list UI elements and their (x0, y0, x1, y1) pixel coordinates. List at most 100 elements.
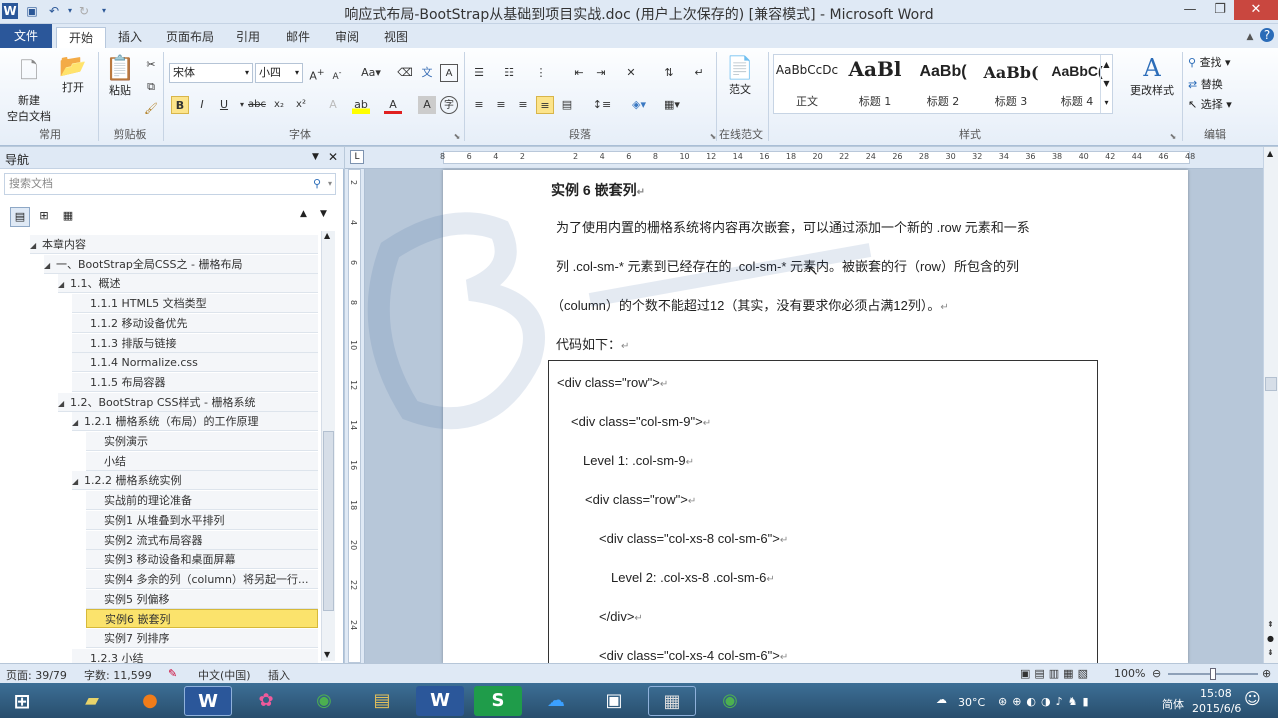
distributed-icon[interactable]: ▤ (558, 96, 576, 114)
status-words[interactable]: 字数: 11,599 (84, 667, 152, 683)
nav-item[interactable]: ◢ 1.2、BootStrap CSS样式 - 栅格系统 (58, 392, 318, 412)
nav-item[interactable]: 实例1 从堆叠到水平排列 (86, 510, 318, 530)
style-heading3[interactable]: AaBb(标题 3 (978, 55, 1044, 113)
expand-triangle-icon[interactable]: ◢ (30, 236, 42, 253)
tab-insert[interactable]: 插入 (106, 27, 154, 48)
zoom-in-icon[interactable]: ⊕ (1262, 667, 1271, 680)
paste-button[interactable]: 📋 粘贴 (104, 54, 136, 98)
nav-item[interactable]: 实例5 列偏移 (86, 589, 318, 609)
weather-icon[interactable]: ☁ (936, 693, 947, 706)
nav-item[interactable]: ◢ 1.2.1 栅格系统（布局）的工作原理 (72, 412, 318, 432)
nav-item[interactable]: 实例4 多余的列（column）将另起一行... (86, 569, 318, 589)
increase-indent-icon[interactable]: ⇥ (592, 64, 610, 82)
clock-time[interactable]: 15:08 (1200, 687, 1232, 700)
clock-date[interactable]: 2015/6/6 (1192, 702, 1241, 715)
show-marks-icon[interactable]: ↵ (690, 64, 708, 82)
style-heading2[interactable]: AaBb(标题 2 (910, 55, 976, 113)
taskbar-media-icon[interactable]: ✿ (242, 686, 290, 716)
nav-scrollbar[interactable]: ▲ ▼ (321, 231, 335, 661)
scroll-thumb[interactable] (1265, 377, 1277, 391)
clear-format-icon[interactable]: ⌫ (396, 64, 414, 82)
next-page-icon[interactable]: ⇟ (1267, 648, 1274, 657)
bullets-icon[interactable]: ☰ (470, 64, 488, 82)
strikethrough-button[interactable]: abc (248, 96, 266, 114)
nav-item[interactable]: 1.1.5 布局容器 (72, 372, 318, 392)
highlight-icon[interactable]: ab (352, 96, 370, 114)
tab-page-layout[interactable]: 页面布局 (154, 27, 226, 48)
nav-item[interactable]: ◢ 1.2.2 栅格系统实例 (72, 471, 318, 491)
change-case-icon[interactable]: Aa▾ (358, 64, 384, 82)
chinese-layout-icon[interactable]: ✕ (622, 64, 640, 82)
nav-item[interactable]: ◢ 一、BootStrap全局CSS之 - 栅格布局 (44, 254, 318, 274)
expand-triangle-icon[interactable]: ◢ (58, 394, 70, 411)
fanwen-button[interactable]: 📄 范文 (722, 56, 758, 97)
nav-item[interactable]: 实例3 移动设备和桌面屏幕 (86, 550, 318, 570)
nav-item[interactable]: 实例演示 (86, 432, 318, 451)
align-center-icon[interactable]: ≡ (492, 96, 510, 114)
subscript-button[interactable]: x₂ (270, 96, 288, 114)
tray-icons[interactable]: ⊛⊕◐◑♪♞▮ (998, 695, 1094, 708)
nav-headings-view-icon[interactable]: ▤ (10, 207, 30, 227)
nav-search-input[interactable]: 搜索文档 ⚲ ▾ (4, 173, 336, 195)
numbering-icon[interactable]: ☷ (500, 64, 518, 82)
nav-item[interactable]: 实例7 列排序 (86, 629, 318, 648)
notification-icon[interactable]: ☺ (1244, 689, 1261, 708)
taskbar-wps-writer-icon[interactable]: W (416, 686, 464, 716)
shrink-font-icon[interactable]: A- (328, 64, 346, 82)
style-heading1[interactable]: AaBl 标题 1 (842, 55, 908, 113)
tab-file[interactable]: 文件 (0, 24, 52, 48)
phonetic-guide-icon[interactable]: 文 (418, 64, 436, 82)
tab-mailings[interactable]: 邮件 (274, 27, 322, 48)
tab-selector-icon[interactable]: L (350, 150, 364, 164)
nav-item[interactable]: 1.1.3 排版与链接 (72, 333, 318, 353)
taskbar-wps-sheet-icon[interactable]: S (474, 686, 522, 716)
align-right-icon[interactable]: ≡ (514, 96, 532, 114)
zoom-level[interactable]: 100% (1114, 667, 1145, 680)
taskbar-explorer-icon[interactable]: ▰ (68, 686, 116, 716)
collapse-ribbon-icon[interactable]: ▲ (1242, 29, 1258, 45)
taskbar-chrome-icon[interactable]: ◉ (300, 686, 348, 716)
nav-pages-view-icon[interactable]: ⊞ (34, 207, 54, 227)
grow-font-icon[interactable]: A+ (308, 64, 326, 83)
multilevel-list-icon[interactable]: ⋮ (532, 64, 550, 82)
taskbar-folder-icon[interactable]: ▤ (358, 686, 406, 716)
zoom-out-icon[interactable]: ⊖ (1152, 667, 1161, 680)
styles-dialog-launcher-icon[interactable]: ⬊ (1164, 128, 1182, 146)
find-button[interactable]: ⚲ 查找 ▾ (1188, 54, 1244, 70)
zoom-slider-thumb[interactable] (1210, 668, 1216, 680)
status-language[interactable]: 中文(中国) (198, 667, 251, 683)
ime-indicator[interactable]: 简体 (1162, 696, 1184, 712)
nav-item[interactable]: 实战前的理论准备 (86, 491, 318, 511)
help-icon[interactable]: ? (1260, 28, 1274, 42)
taskbar-app-icon[interactable]: ▣ (590, 686, 638, 716)
start-button[interactable]: ⊞ (2, 686, 42, 716)
font-color-icon[interactable]: A (384, 96, 402, 114)
nav-close-icon[interactable]: ✕ (328, 150, 338, 164)
underline-button[interactable]: U (215, 96, 233, 114)
open-button[interactable]: 📂 打开 (56, 54, 90, 95)
expand-triangle-icon[interactable]: ◢ (72, 472, 84, 489)
search-dropdown-icon[interactable]: ▾ (328, 174, 332, 194)
shading-icon[interactable]: ◈▾ (626, 96, 652, 114)
taskbar-recorder-icon[interactable]: ▦ (648, 686, 696, 716)
document-scrollbar[interactable]: ▲ ⇞ ● ⇟ (1263, 147, 1278, 663)
minimize-button[interactable]: — (1176, 0, 1204, 20)
format-painter-icon[interactable]: 🖌 (142, 100, 160, 118)
expand-triangle-icon[interactable]: ◢ (58, 275, 70, 292)
nav-item[interactable]: 小结 (86, 451, 318, 471)
expand-triangle-icon[interactable]: ◢ (44, 256, 56, 273)
italic-button[interactable]: I (193, 96, 211, 114)
borders-icon[interactable]: ▦▾ (658, 96, 686, 114)
nav-item[interactable]: ◢ 1.1、概述 (58, 274, 318, 294)
replace-button[interactable]: ⇄ 替换 (1188, 76, 1244, 92)
copy-icon[interactable]: ⧉ (142, 78, 160, 96)
style-normal[interactable]: AaBbCcDc 正文 (774, 55, 840, 113)
justify-icon[interactable]: ≡ (536, 96, 554, 114)
new-blank-doc-button[interactable]: 🗋 新建 空白文档 (4, 54, 54, 124)
enclose-char-icon[interactable]: 字 (440, 96, 458, 114)
prev-page-icon[interactable]: ⇞ (1267, 620, 1274, 629)
status-insert-mode[interactable]: 插入 (268, 667, 290, 683)
taskbar-firefox-icon[interactable]: ● (126, 686, 174, 716)
nav-menu-icon[interactable]: ▼ (312, 152, 319, 162)
bold-button[interactable]: B (171, 96, 189, 114)
